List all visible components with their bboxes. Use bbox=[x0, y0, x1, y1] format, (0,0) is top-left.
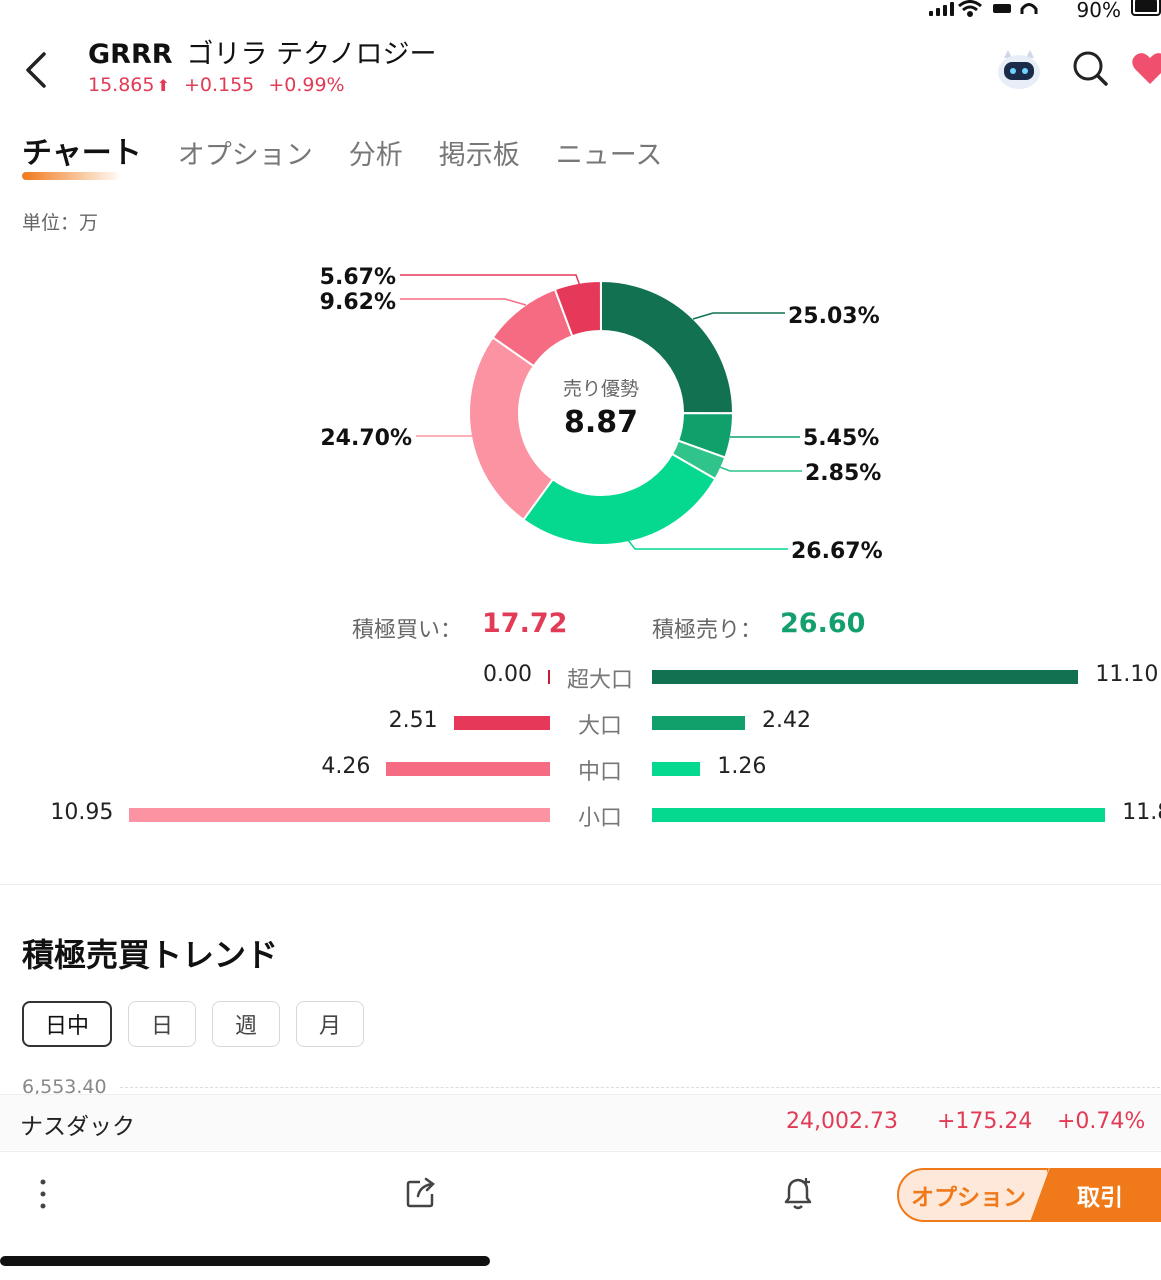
company-name: ゴリラ テクノロジー bbox=[186, 39, 437, 70]
price: 15.865 bbox=[88, 74, 155, 96]
section-divider bbox=[0, 884, 1161, 885]
back-icon[interactable] bbox=[18, 48, 54, 92]
active-buy-value: 17.72 bbox=[482, 608, 568, 639]
tab-analysis[interactable]: 分析 bbox=[349, 133, 403, 178]
bottom-action-bar: オプション 取引 bbox=[0, 1151, 1161, 1239]
share-icon[interactable] bbox=[404, 1176, 438, 1210]
index-change-pct: +0.74% bbox=[1057, 1109, 1146, 1134]
label-sell-small: 26.67% bbox=[791, 539, 883, 564]
tab-board[interactable]: 掲示板 bbox=[439, 133, 520, 178]
leader-buy-large bbox=[400, 274, 581, 287]
flow-row: 2.51 大口 2.42 bbox=[0, 702, 1161, 742]
sell-bar bbox=[652, 716, 745, 730]
price-change: +0.155 bbox=[183, 74, 255, 96]
index-ticker-bar[interactable]: ナスダック 24,002.73 +175.24 +0.74% bbox=[0, 1094, 1161, 1150]
wifi-icon bbox=[958, 0, 982, 17]
battery-percent: 90% bbox=[1076, 0, 1121, 22]
buy-value: 4.26 bbox=[321, 754, 371, 779]
stock-title: GRRR ゴリラ テクノロジー bbox=[88, 32, 437, 71]
tab-options[interactable]: オプション bbox=[178, 133, 313, 178]
status-bar: 90% bbox=[921, 0, 1161, 22]
period-intraday[interactable]: 日中 bbox=[22, 1001, 112, 1047]
donut-slice-sell-3 bbox=[522, 452, 717, 546]
ticker: GRRR bbox=[88, 39, 173, 70]
size-category: 超大口 bbox=[566, 668, 633, 693]
buy-bar bbox=[453, 716, 550, 730]
label-sell-super: 25.03% bbox=[788, 304, 880, 329]
leader-sell-small bbox=[627, 539, 788, 550]
robot-assistant-icon[interactable] bbox=[996, 48, 1042, 92]
size-category: 小口 bbox=[577, 806, 622, 831]
signal-icon bbox=[929, 2, 954, 16]
heart-icon[interactable] bbox=[1130, 48, 1161, 88]
period-day[interactable]: 日 bbox=[128, 1001, 196, 1047]
size-category: 中口 bbox=[577, 760, 622, 785]
header: GRRR ゴリラ テクノロジー 15.865 ⬆ +0.155 +0.99% bbox=[0, 28, 1161, 108]
label-buy-large: 5.67% bbox=[320, 265, 396, 290]
active-sell-value: 26.60 bbox=[780, 608, 866, 639]
label-buy-mid: 9.62% bbox=[320, 290, 396, 315]
buy-value: 2.51 bbox=[388, 708, 438, 733]
flow-row: 4.26 中口 1.26 bbox=[0, 748, 1161, 788]
buy-bar bbox=[129, 808, 550, 822]
period-week[interactable]: 週 bbox=[212, 1001, 280, 1047]
up-arrow-icon: ⬆ bbox=[156, 76, 170, 95]
leader-sell-mid bbox=[716, 465, 802, 472]
sell-value: 2.42 bbox=[761, 708, 811, 733]
trend-title: 積極売買トレンド bbox=[22, 936, 279, 974]
donut-center-label: 売り優勢 bbox=[562, 378, 639, 400]
donut-center: 売り優勢 8.87 bbox=[551, 374, 651, 440]
car-icon bbox=[993, 4, 1011, 13]
buy-bar bbox=[548, 670, 550, 684]
leader-buy-mid bbox=[400, 298, 527, 306]
active-buy-label: 積極買い： bbox=[352, 618, 463, 643]
buy-value: 0.00 bbox=[483, 662, 532, 687]
leader-sell-super bbox=[692, 312, 785, 320]
donut-slice-buy-4 bbox=[468, 336, 555, 522]
sell-bar bbox=[652, 670, 1079, 684]
sell-value: 11.8 bbox=[1122, 800, 1161, 825]
index-name: ナスダック bbox=[20, 1114, 135, 1140]
buy-bar bbox=[386, 762, 550, 776]
label-sell-mid: 2.85% bbox=[805, 461, 881, 486]
tab-chart[interactable]: チャート bbox=[22, 128, 142, 180]
period-tabs: 日中 日 週 月 bbox=[22, 1001, 364, 1047]
donut-center-value: 8.87 bbox=[563, 405, 639, 440]
index-value: 24,002.73 bbox=[786, 1109, 898, 1134]
tab-bar: チャート オプション 分析 掲示板 ニュース bbox=[22, 128, 663, 180]
headphones-icon bbox=[1020, 3, 1038, 14]
price-line: 15.865 ⬆ +0.155 +0.99% bbox=[88, 74, 353, 96]
label-sell-large: 5.45% bbox=[803, 426, 879, 451]
unit-label: 単位：万 bbox=[22, 212, 99, 234]
search-icon[interactable] bbox=[1070, 48, 1110, 88]
home-indicator bbox=[0, 1256, 490, 1266]
tab-news[interactable]: ニュース bbox=[556, 133, 663, 178]
index-change: +175.24 bbox=[937, 1109, 1033, 1134]
battery-icon bbox=[1131, 0, 1161, 16]
money-flow-donut: 25.03% 5.45% 2.85% 26.67% 24.70% 9.62% 5… bbox=[300, 250, 900, 580]
alert-bell-icon[interactable] bbox=[780, 1174, 816, 1212]
totals-row: 積極買い： 17.72 積極売り： 26.60 bbox=[0, 608, 1161, 648]
trade-button[interactable]: 取引 bbox=[1030, 1168, 1161, 1222]
buy-value: 10.95 bbox=[50, 800, 114, 825]
sell-bar bbox=[652, 808, 1106, 822]
flow-row: 0.00 超大口 11.10 bbox=[0, 656, 1161, 696]
price-change-pct: +0.99% bbox=[268, 74, 345, 96]
flow-row: 10.95 小口 11.8 bbox=[0, 794, 1161, 834]
period-month[interactable]: 月 bbox=[296, 1001, 364, 1047]
sell-value: 1.26 bbox=[717, 754, 767, 779]
sell-bar bbox=[652, 762, 701, 776]
label-buy-small: 24.70% bbox=[320, 426, 412, 451]
sell-value: 11.10 bbox=[1095, 662, 1159, 687]
trend-gridline bbox=[120, 1087, 1160, 1088]
more-vertical-icon[interactable] bbox=[36, 1176, 50, 1216]
active-sell-label: 積極売り： bbox=[652, 618, 763, 643]
option-button[interactable]: オプション bbox=[897, 1168, 1049, 1222]
size-category: 大口 bbox=[577, 714, 622, 739]
